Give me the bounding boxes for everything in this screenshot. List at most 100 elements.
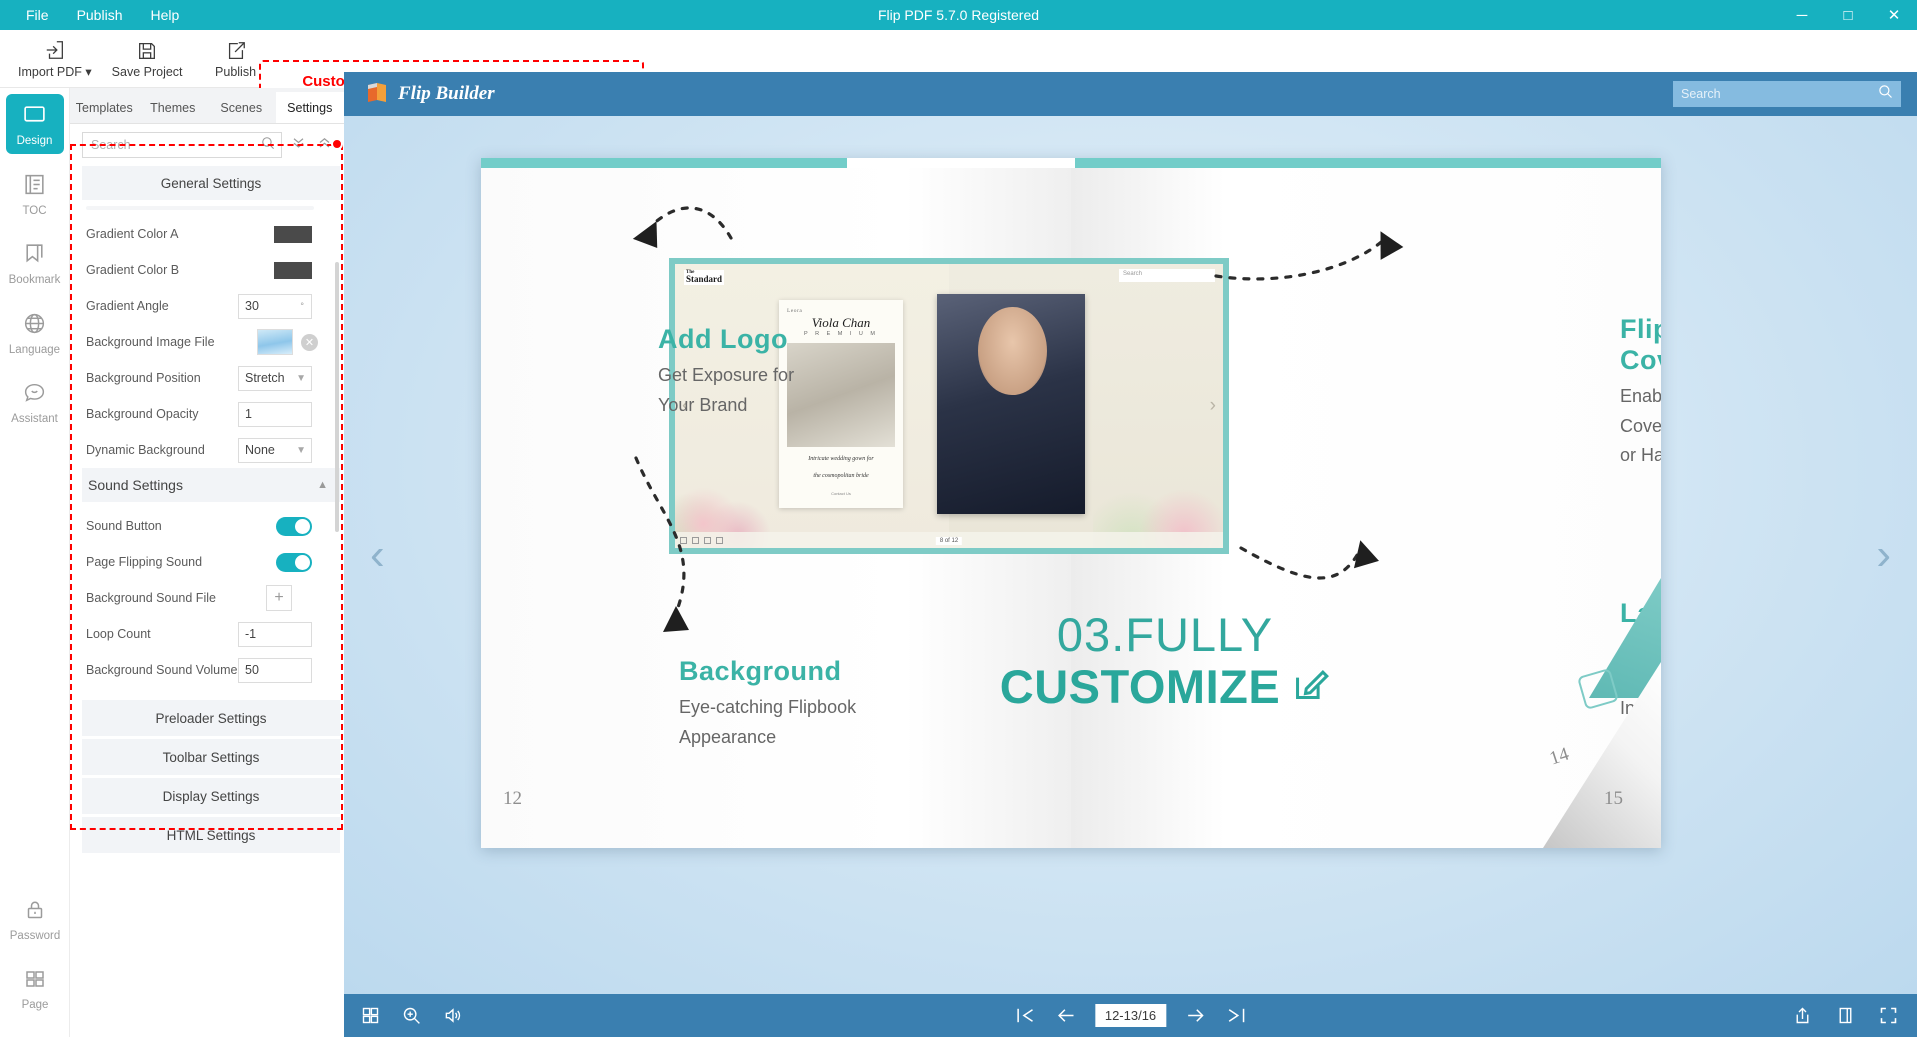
chevron-double-down-icon	[291, 135, 306, 155]
tab-scenes[interactable]: Scenes	[207, 92, 276, 123]
first-page-icon[interactable]	[1013, 1004, 1036, 1027]
settings-panel: Templates Themes Scenes Settings	[70, 88, 344, 1037]
save-project-button[interactable]: Save Project	[104, 32, 191, 86]
masthead-main: Standard	[686, 274, 722, 284]
flipbook-footer-toolbar: 12-13/16	[344, 994, 1917, 1037]
stage-next-arrow[interactable]: ›	[1876, 533, 1891, 577]
page-flipping-sound-toggle[interactable]	[276, 553, 312, 572]
preloader-settings-button[interactable]: Preloader Settings	[82, 700, 340, 736]
design-icon	[22, 102, 47, 132]
label-page-flipping-sound: Page Flipping Sound	[86, 555, 276, 569]
inner-mag-caption-1: Intricate wedding gown for	[787, 455, 895, 464]
stage-prev-arrow[interactable]: ‹	[370, 533, 385, 577]
flipbook-search-box[interactable]	[1673, 81, 1901, 107]
background-opacity-input[interactable]: 1	[238, 402, 312, 427]
expand-all-button[interactable]	[288, 133, 308, 157]
inner-mag-model-photo	[937, 294, 1085, 514]
import-pdf-label: Import PDF ▾	[18, 64, 92, 79]
annotation-background-title: Background	[679, 656, 856, 687]
add-background-sound-button[interactable]: +	[266, 585, 292, 611]
loop-count-input[interactable]: -1	[238, 622, 312, 647]
inner-mag-tool-icon	[716, 537, 723, 544]
maximize-icon[interactable]: □	[1825, 0, 1871, 30]
inner-mag-page-badge: 8 of 12	[936, 537, 962, 545]
last-page-icon[interactable]	[1225, 1004, 1248, 1027]
share-icon[interactable]	[1792, 1005, 1813, 1026]
annotation-cover-line2: or Hard Cover	[1620, 441, 1661, 471]
sidebar-label-password: Password	[10, 931, 61, 943]
annotation-add-logo-line2: Your Brand	[658, 391, 794, 421]
background-image-thumbnail[interactable]	[257, 329, 293, 355]
sidebar-item-language[interactable]: Language	[6, 303, 64, 363]
search-icon	[1878, 84, 1893, 104]
dynamic-background-select[interactable]: None ▼	[238, 438, 312, 463]
settings-scroll-region[interactable]: General Settings Gradient Color A Gradie…	[82, 166, 340, 1024]
gradient-color-b-swatch[interactable]	[274, 262, 312, 279]
inner-mag-next-arrow[interactable]: ›	[1210, 395, 1216, 417]
sidebar-item-password[interactable]: Password	[6, 890, 64, 949]
toolbar-settings-button[interactable]: Toolbar Settings	[82, 739, 340, 775]
minimize-icon[interactable]: ─	[1779, 0, 1825, 30]
annotation-flipbook-cover: Flipbook Cover Enable Soft Cover or Hard…	[1620, 314, 1661, 471]
prev-page-icon[interactable]	[1054, 1004, 1077, 1027]
footer-left-group	[344, 1005, 463, 1026]
import-pdf-icon	[44, 39, 66, 61]
general-settings-header[interactable]: General Settings	[82, 166, 340, 200]
app-title: Flip PDF 5.7.0 Registered	[0, 7, 1917, 23]
label-background-position: Background Position	[86, 371, 238, 385]
sidebar-item-design[interactable]: Design	[6, 94, 64, 154]
background-sound-volume-input[interactable]: 50	[238, 658, 312, 683]
sidebar-item-toc[interactable]: TOC	[6, 164, 64, 224]
flipbook-spread[interactable]: The Standard Search ‹ › Leora Viola Chan…	[481, 158, 1661, 848]
sound-button-toggle[interactable]	[276, 517, 312, 536]
flipbook-stage: ‹ › The Standard	[344, 116, 1917, 994]
page-indicator[interactable]: 12-13/16	[1095, 1004, 1166, 1027]
zoom-in-icon[interactable]	[401, 1005, 422, 1026]
flipbook-search-input[interactable]	[1681, 87, 1878, 101]
inner-mag-contact: Contact Us	[787, 491, 895, 497]
tab-themes[interactable]: Themes	[139, 92, 208, 123]
label-background-image-file: Background Image File	[86, 335, 257, 349]
sidebar-item-bookmark[interactable]: Bookmark	[6, 233, 64, 293]
setting-row-gradient-color-b: Gradient Color B	[82, 252, 340, 288]
html-settings-button[interactable]: HTML Settings	[82, 817, 340, 853]
label-background-sound-file: Background Sound File	[86, 591, 266, 605]
menu-help[interactable]: Help	[136, 3, 193, 27]
gradient-angle-input[interactable]: 30 °	[238, 294, 312, 319]
sidebar-item-page[interactable]: Page	[6, 959, 64, 1018]
tab-templates[interactable]: Templates	[70, 92, 139, 123]
panel-scrollbar[interactable]	[335, 262, 339, 532]
title-bar: File Publish Help Flip PDF 5.7.0 Registe…	[0, 0, 1917, 30]
menu-file[interactable]: File	[12, 3, 63, 27]
sidebar-label-page: Page	[22, 1000, 49, 1012]
label-gradient-angle: Gradient Angle	[86, 299, 238, 313]
label-sound-button: Sound Button	[86, 519, 276, 533]
sound-icon[interactable]	[442, 1005, 463, 1026]
menu-publish[interactable]: Publish	[63, 3, 137, 27]
page-grid-icon	[23, 967, 47, 996]
headline-bottom-row: CUSTOMIZE	[955, 659, 1375, 714]
inner-mag-search: Search	[1119, 269, 1215, 282]
setting-row-background-sound-volume: Background Sound Volume 50	[82, 652, 340, 688]
background-position-select[interactable]: Stretch ▼	[238, 366, 312, 391]
setting-row-loop-count: Loop Count -1	[82, 616, 340, 652]
setting-row-gradient-color-a: Gradient Color A	[82, 216, 340, 252]
inner-mag-brand-sub: P R E M I U M	[787, 331, 895, 337]
flip-builder-logo[interactable]: Flip Builder	[344, 81, 495, 108]
lock-icon	[23, 898, 47, 927]
sidebar-item-assistant[interactable]: Assistant	[6, 372, 64, 432]
close-icon[interactable]: ✕	[1871, 0, 1917, 30]
grid-thumbnails-icon[interactable]	[360, 1005, 381, 1026]
panel-search-box[interactable]	[82, 132, 282, 158]
gradient-color-a-swatch[interactable]	[274, 226, 312, 243]
next-page-icon[interactable]	[1184, 1004, 1207, 1027]
display-settings-button[interactable]: Display Settings	[82, 778, 340, 814]
settings-search-input[interactable]	[91, 138, 261, 152]
import-pdf-button[interactable]: Import PDF ▾	[10, 32, 100, 86]
clear-background-image-icon[interactable]: ✕	[301, 334, 318, 351]
print-icon[interactable]	[1835, 1005, 1856, 1026]
flip-builder-title: Flip Builder	[398, 83, 495, 105]
tab-settings[interactable]: Settings	[276, 92, 345, 123]
sound-settings-header[interactable]: Sound Settings ▲	[82, 468, 340, 502]
fullscreen-icon[interactable]	[1878, 1005, 1899, 1026]
